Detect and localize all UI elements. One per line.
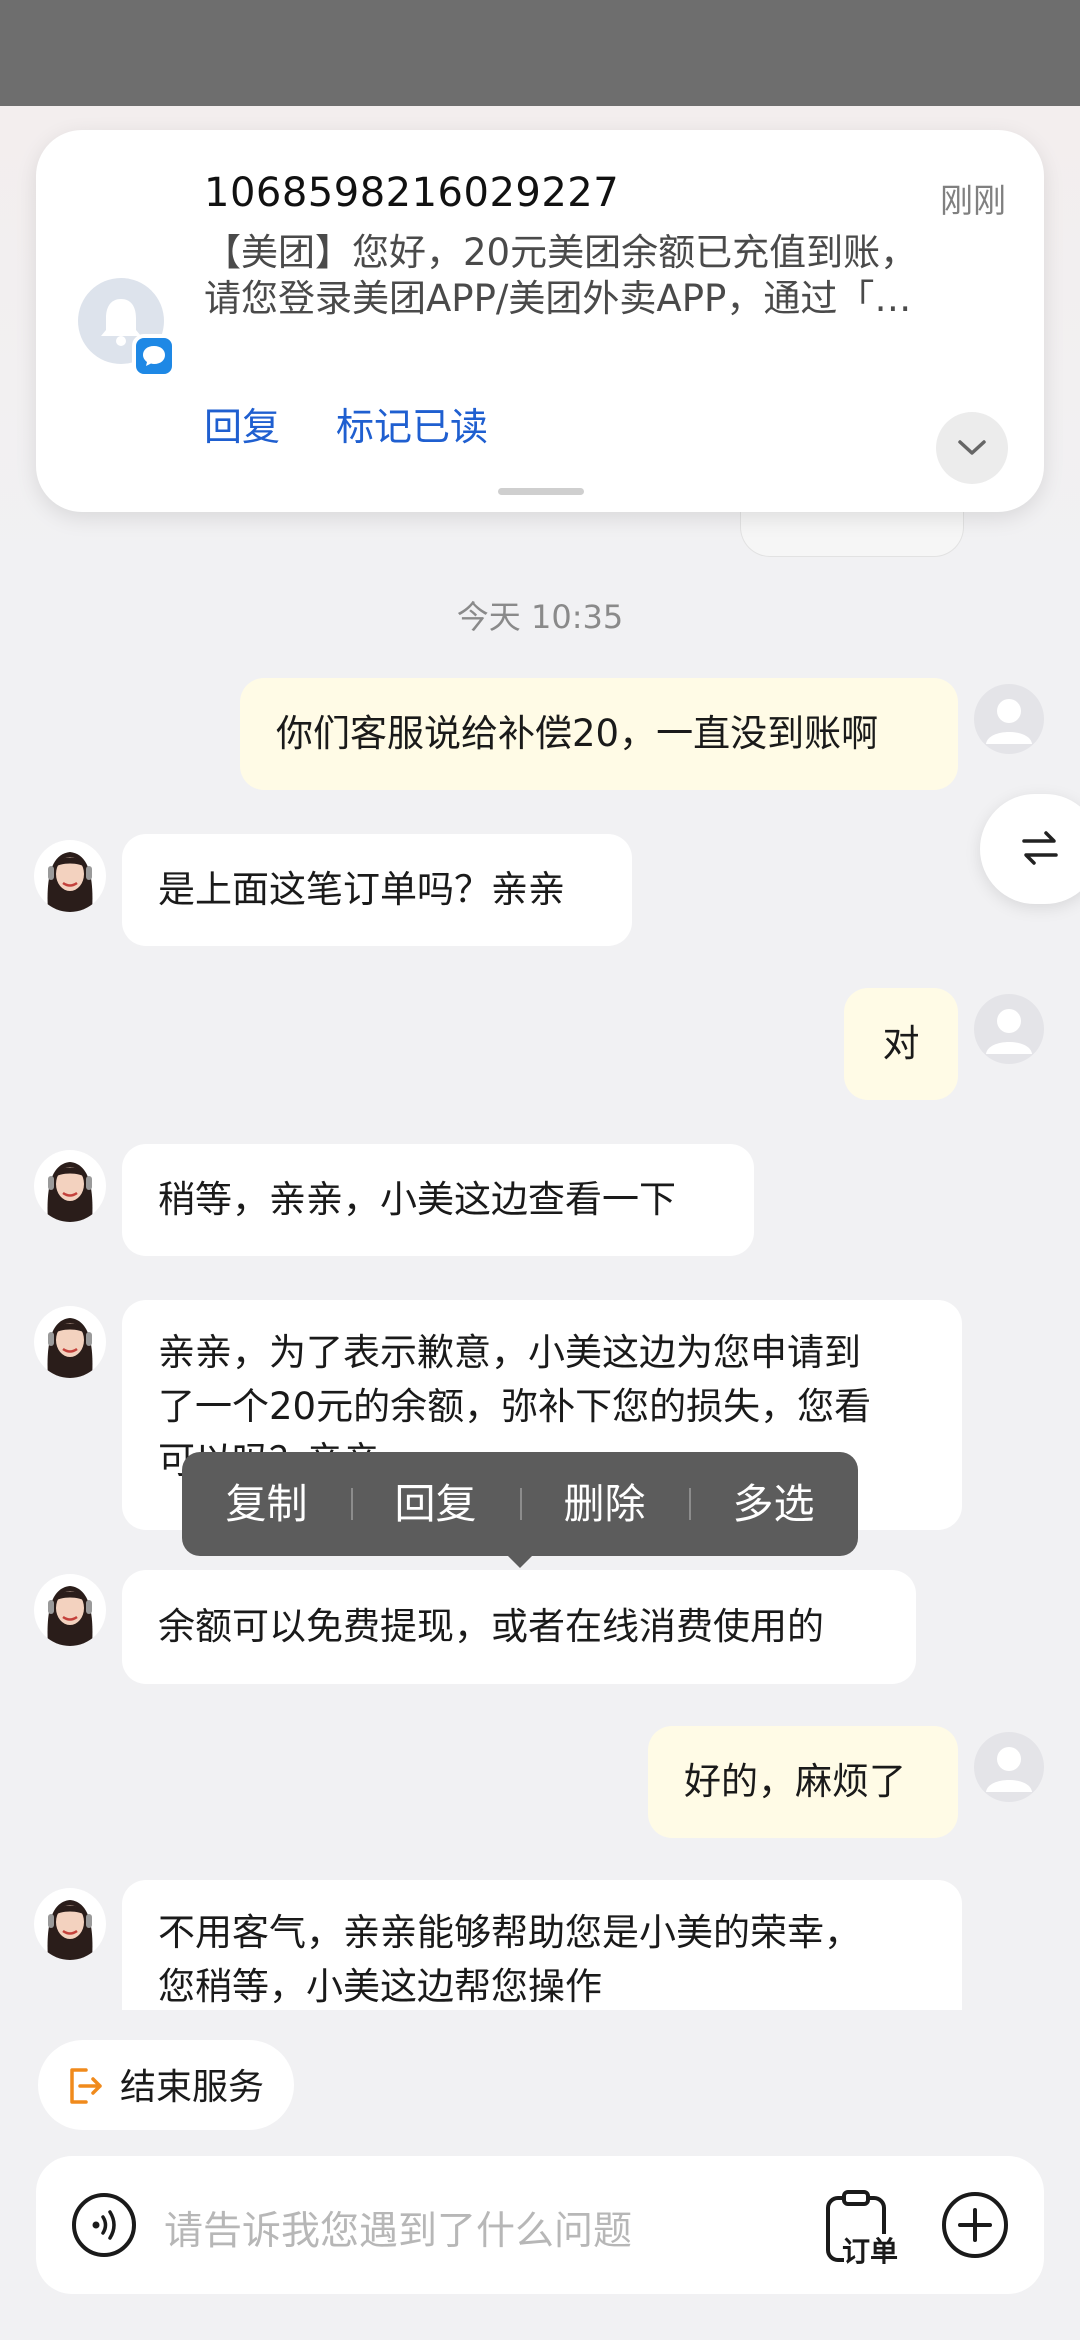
message-line: 不用客气，亲亲能够帮助您是小美的荣幸， bbox=[158, 1911, 861, 1954]
chat-timestamp: 今天 10:35 bbox=[456, 598, 624, 636]
agent-avatar[interactable] bbox=[34, 840, 106, 912]
voice-input-icon[interactable] bbox=[70, 2191, 138, 2259]
copy-menu-item[interactable]: 复制 bbox=[182, 1452, 351, 1556]
message-line: 亲亲，为了表示歉意，小美这边为您申请到 bbox=[158, 1331, 861, 1374]
notification-mark-read-button[interactable]: 标记已读 bbox=[336, 396, 488, 451]
end-service-label: 结束服务 bbox=[120, 2067, 265, 2108]
user-avatar[interactable] bbox=[974, 994, 1044, 1064]
user-avatar[interactable] bbox=[974, 684, 1044, 754]
chevron-down-icon bbox=[958, 440, 986, 455]
user-avatar[interactable] bbox=[974, 1732, 1044, 1802]
notification-sender: 1068598216029227 bbox=[204, 170, 620, 216]
agent-avatar[interactable] bbox=[34, 1306, 106, 1378]
context-menu-pointer bbox=[504, 1552, 536, 1568]
delete-menu-item[interactable]: 删除 bbox=[520, 1452, 689, 1556]
agent-avatar[interactable] bbox=[34, 1150, 106, 1222]
message-context-menu: 复制 回复 删除 多选 bbox=[182, 1452, 858, 1556]
sms-notification[interactable]: 1068598216029227 刚刚 【美团】您好，20元美团余额已充值到账，… bbox=[36, 130, 1044, 512]
message-input-bar: 请告诉我您遇到了什么问题 订单 bbox=[36, 2156, 1044, 2294]
multiselect-menu-item[interactable]: 多选 bbox=[689, 1452, 858, 1556]
notification-time: 刚刚 bbox=[940, 181, 1006, 220]
plus-icon[interactable] bbox=[940, 2190, 1010, 2260]
swap-arrows-icon bbox=[1022, 831, 1058, 865]
notification-reply-button[interactable]: 回复 bbox=[204, 396, 280, 451]
reply-menu-item[interactable]: 回复 bbox=[351, 1452, 520, 1556]
notification-body-line: 【美团】您好，20元美团余额已充值到账， bbox=[204, 231, 918, 274]
message-line: 您稍等，小美这边帮您操作 bbox=[158, 1965, 602, 2008]
chat-message-agent[interactable]: 不用客气，亲亲能够帮助您是小美的荣幸， 您稍等，小美这边帮您操作 bbox=[122, 1880, 962, 2010]
status-bar bbox=[0, 0, 1080, 106]
exit-icon bbox=[70, 2068, 102, 2104]
order-label: 订单 bbox=[842, 2235, 899, 2268]
message-line: 了一个20元的余额，弥补下您的损失，您看 bbox=[158, 1385, 872, 1428]
switch-button[interactable] bbox=[980, 794, 1080, 904]
chat-message-agent[interactable]: 余额可以免费提现，或者在线消费使用的 bbox=[122, 1570, 916, 1684]
chat-message-user[interactable]: 你们客服说给补偿20，一直没到账啊 bbox=[240, 678, 958, 790]
agent-avatar[interactable] bbox=[34, 1888, 106, 1960]
order-button[interactable]: 订单 bbox=[824, 2190, 904, 2268]
message-input[interactable]: 请告诉我您遇到了什么问题 bbox=[164, 2200, 632, 2256]
expand-notification-button[interactable] bbox=[936, 412, 1008, 484]
chat-message-agent[interactable]: 稍等，亲亲，小美这边查看一下 bbox=[122, 1144, 754, 1256]
chat-message-user[interactable]: 好的，麻烦了 bbox=[648, 1726, 958, 1838]
end-service-button[interactable]: 结束服务 bbox=[38, 2040, 294, 2130]
chat-message-user[interactable]: 对 bbox=[844, 988, 958, 1100]
notification-drag-handle[interactable] bbox=[498, 488, 584, 495]
messages-app-icon bbox=[132, 334, 176, 378]
notification-body: 【美团】您好，20元美团余额已充值到账， 请您登录美团APP/美团外卖APP，通… bbox=[204, 230, 1004, 322]
notification-body-line: 请您登录美团APP/美团外卖APP，通过「… bbox=[204, 277, 912, 320]
agent-avatar[interactable] bbox=[34, 1574, 106, 1646]
chat-message-agent[interactable]: 是上面这笔订单吗？亲亲 bbox=[122, 834, 632, 946]
